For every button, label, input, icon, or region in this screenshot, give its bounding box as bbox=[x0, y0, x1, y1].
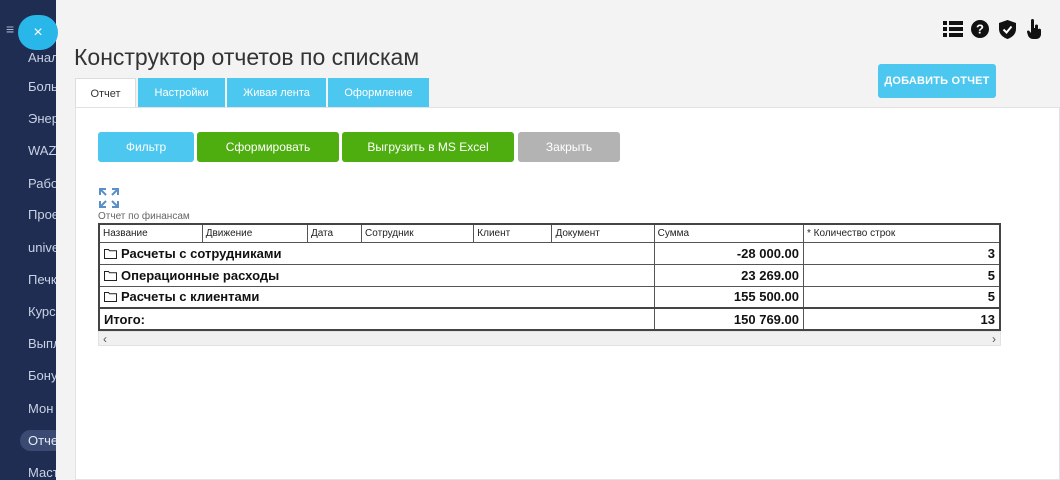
folder-icon bbox=[104, 248, 117, 259]
table-header-row: Название Движение Дата Сотрудник Клиент … bbox=[98, 223, 1001, 243]
report-content-panel: Фильтр Сформировать Выгрузить в MS Excel… bbox=[75, 107, 1060, 480]
total-sum: 150 769.00 bbox=[653, 307, 805, 331]
group-name: Расчеты с сотрудниками bbox=[121, 245, 282, 261]
shield-icon[interactable] bbox=[997, 18, 1017, 40]
sidebar-item[interactable]: Мон bbox=[28, 401, 53, 416]
close-modal-button[interactable]: × bbox=[18, 15, 58, 50]
tab-live-feed[interactable]: Живая лента bbox=[227, 78, 326, 107]
sidebar-item[interactable]: Печк bbox=[28, 272, 57, 287]
sidebar-item[interactable]: unive bbox=[28, 240, 59, 255]
group-name-cell[interactable]: Расчеты с клиентами bbox=[98, 285, 655, 309]
report-table: Название Движение Дата Сотрудник Клиент … bbox=[98, 223, 1001, 331]
folder-icon bbox=[104, 270, 117, 281]
column-header[interactable]: Сумма bbox=[653, 223, 805, 243]
action-buttons: Фильтр Сформировать Выгрузить в MS Excel… bbox=[98, 132, 620, 162]
tab-appearance[interactable]: Оформление bbox=[328, 78, 429, 107]
count-cell: 3 bbox=[803, 241, 1001, 265]
report-caption: Отчет по финансам bbox=[98, 211, 190, 222]
scroll-left-icon[interactable]: ‹ bbox=[103, 332, 107, 346]
export-excel-button[interactable]: Выгрузить в MS Excel bbox=[342, 132, 514, 162]
sidebar-item[interactable]: Бону bbox=[28, 368, 57, 383]
list-icon[interactable] bbox=[943, 18, 963, 40]
sidebar-item[interactable]: Курс bbox=[28, 304, 56, 319]
sidebar-item[interactable]: Боль bbox=[28, 79, 58, 94]
add-report-button[interactable]: ДОБАВИТЬ ОТЧЕТ bbox=[878, 64, 996, 98]
column-header[interactable]: Клиент bbox=[473, 223, 553, 243]
total-count: 13 bbox=[803, 307, 1001, 331]
tab-bar: Отчет Настройки Живая лента Оформление bbox=[75, 78, 429, 108]
close-button[interactable]: Закрыть bbox=[518, 132, 620, 162]
total-label: Итого: bbox=[98, 307, 655, 331]
group-name: Расчеты с клиентами bbox=[121, 289, 260, 305]
hand-icon[interactable] bbox=[1024, 18, 1044, 40]
expand-icon[interactable] bbox=[98, 187, 120, 209]
generate-button[interactable]: Сформировать bbox=[197, 132, 339, 162]
help-icon[interactable]: ? bbox=[970, 18, 990, 40]
sum-cell: 155 500.00 bbox=[653, 285, 805, 309]
count-cell: 5 bbox=[803, 285, 1001, 309]
sidebar-item[interactable]: Маст bbox=[28, 465, 59, 480]
count-cell: 5 bbox=[803, 263, 1001, 287]
horizontal-scrollbar[interactable]: ‹ › bbox=[98, 331, 1001, 346]
group-name-cell[interactable]: Операционные расходы bbox=[98, 263, 655, 287]
column-header[interactable]: Документ bbox=[551, 223, 655, 243]
toolbar-icons: ? bbox=[943, 18, 1044, 40]
sum-cell: 23 269.00 bbox=[653, 263, 805, 287]
column-header[interactable]: Движение bbox=[201, 223, 308, 243]
group-name: Операционные расходы bbox=[121, 267, 280, 283]
filter-button[interactable]: Фильтр bbox=[98, 132, 194, 162]
sidebar-item[interactable]: Энер bbox=[28, 111, 59, 126]
svg-text:?: ? bbox=[976, 22, 984, 37]
tab-settings[interactable]: Настройки bbox=[138, 78, 225, 107]
column-header[interactable]: Название bbox=[98, 223, 203, 243]
sidebar-item[interactable]: Анал bbox=[28, 50, 59, 65]
sum-cell: -28 000.00 bbox=[653, 241, 805, 265]
tab-report[interactable]: Отчет bbox=[75, 78, 136, 108]
table-row[interactable]: Расчеты с сотрудниками -28 000.00 3 bbox=[98, 241, 1001, 265]
sidebar-item[interactable]: Рабо bbox=[28, 176, 58, 191]
total-row: Итого: 150 769.00 13 bbox=[98, 307, 1001, 331]
group-name-cell[interactable]: Расчеты с сотрудниками bbox=[98, 241, 655, 265]
table-row[interactable]: Расчеты с клиентами 155 500.00 5 bbox=[98, 285, 1001, 309]
sidebar-item[interactable]: Прое bbox=[28, 207, 59, 222]
page-title: Конструктор отчетов по спискам bbox=[74, 44, 420, 70]
column-header[interactable]: Сотрудник bbox=[361, 223, 475, 243]
sidebar-item[interactable]: WAZ bbox=[28, 143, 56, 158]
table-row[interactable]: Операционные расходы 23 269.00 5 bbox=[98, 263, 1001, 287]
scroll-right-icon[interactable]: › bbox=[992, 332, 996, 346]
column-header[interactable]: * Количество строк bbox=[803, 223, 1001, 243]
column-header[interactable]: Дата bbox=[306, 223, 363, 243]
folder-icon bbox=[104, 292, 117, 303]
